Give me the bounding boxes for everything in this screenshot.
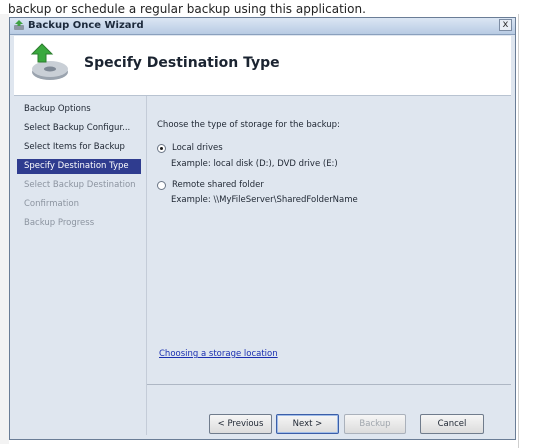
background-right-edge [518,14,533,448]
background-left-edge [0,14,9,444]
remote-shared-folder-example: Example: \\MyFileServer\SharedFolderName [171,195,358,205]
previous-button[interactable]: < Previous [209,414,272,434]
local-drives-option[interactable]: Local drives [157,141,223,155]
title-bar[interactable]: Backup Once Wizard x [10,18,515,35]
window-title: Backup Once Wizard [28,20,144,31]
next-button[interactable]: Next > [276,414,339,434]
nav-item-select-backup-destination: Select Backup Destination [24,180,136,190]
local-drives-radio[interactable] [157,143,166,153]
wizard-header: Specify Destination Type [14,36,511,96]
wizard-step-list: Backup Options Select Backup Configur...… [14,96,147,435]
nav-item-select-items-for-backup[interactable]: Select Items for Backup [17,140,141,155]
wizard-body: Backup Options Select Backup Configur...… [14,96,511,435]
backup-drive-icon [30,43,68,80]
remote-shared-folder-label[interactable]: Remote shared folder [172,180,264,190]
nav-item-backup-progress: Backup Progress [24,218,95,228]
nav-item-confirmation: Confirmation [24,199,79,209]
backup-button: Backup [344,414,406,434]
local-drives-label[interactable]: Local drives [172,143,223,153]
nav-item-backup-options[interactable]: Backup Options [17,102,141,117]
remote-shared-folder-radio[interactable] [157,180,166,190]
cancel-button[interactable]: Cancel [420,414,484,434]
page-title: Specify Destination Type [84,55,280,71]
backup-app-icon [14,20,24,30]
background-app-text: backup or schedule a regular backup usin… [8,2,366,16]
close-button[interactable]: x [499,19,512,31]
choosing-storage-location-link[interactable]: Choosing a storage location [159,349,278,359]
nav-item-specify-destination-type[interactable]: Specify Destination Type [17,159,141,174]
button-area-divider [147,384,511,385]
backup-once-wizard-window: Backup Once Wizard x Specify Destination… [9,17,516,440]
nav-item-select-backup-configuration[interactable]: Select Backup Configur... [17,121,141,136]
storage-type-prompt: Choose the type of storage for the backu… [157,120,340,130]
remote-shared-folder-option[interactable]: Remote shared folder [157,178,264,192]
wizard-content: Choose the type of storage for the backu… [147,96,511,435]
local-drives-example: Example: local disk (D:), DVD drive (E:) [171,159,338,169]
